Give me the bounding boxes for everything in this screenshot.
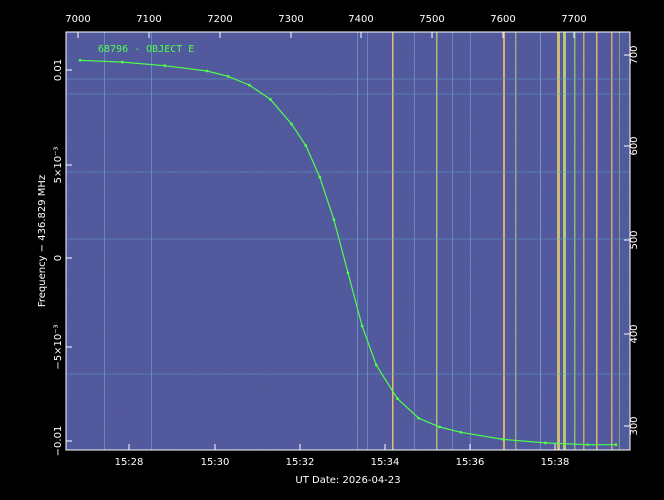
waterfall-band: [66, 93, 630, 95]
waterfall-band: [66, 78, 630, 80]
waterfall-band: [66, 238, 630, 240]
left-tick-label: −0.01: [53, 426, 64, 457]
series-point: [417, 416, 420, 420]
bottom-tick-label: 15:30: [201, 457, 230, 468]
right-tick-label: 500: [629, 230, 640, 249]
series-point: [501, 438, 505, 441]
top-tick-label: 7500: [419, 14, 444, 25]
series-label: 68796 - OBJECT E: [98, 44, 194, 55]
series-point: [374, 363, 378, 367]
series-point: [332, 218, 336, 222]
top-tick-label: 7300: [278, 14, 303, 25]
top-tick-label: 7200: [207, 14, 232, 25]
bottom-tick-label: 15:28: [115, 457, 144, 468]
right-tick-label: 300: [629, 416, 640, 435]
right-tick-label: 400: [629, 324, 640, 343]
top-tick-label: 7000: [65, 14, 90, 25]
series-point: [247, 83, 251, 87]
series-point: [544, 441, 547, 445]
series-point: [346, 271, 350, 275]
series-point: [304, 144, 308, 147]
waterfall-band: [66, 373, 630, 375]
right-axis: 300 400 500 600 700: [629, 45, 640, 435]
series-point: [163, 64, 167, 68]
series-point: [78, 58, 82, 62]
bottom-axis: 15:28 15:30 15:32 15:34 15:36 15:38 UT D…: [115, 457, 570, 486]
series-point: [226, 74, 230, 78]
left-tick-label: 0: [53, 255, 64, 261]
top-tick-label: 7400: [348, 14, 373, 25]
series-point: [269, 97, 272, 101]
bottom-tick-label: 15:34: [371, 457, 400, 468]
series-point: [614, 443, 618, 447]
right-tick-label: 700: [629, 45, 640, 64]
bottom-tick-label: 15:32: [286, 457, 315, 468]
series-point: [290, 122, 293, 126]
top-tick-label: 7600: [490, 14, 515, 25]
series-point: [586, 443, 590, 447]
y-axis-title: Frequency − 436.829 MHz: [37, 175, 48, 307]
series-point: [121, 60, 124, 64]
left-tick-label: −5×10⁻³: [53, 324, 64, 369]
series-point: [459, 430, 463, 434]
x-axis-title: UT Date: 2026-04-23: [295, 475, 400, 486]
top-tick-label: 7100: [136, 14, 161, 25]
series-point: [205, 69, 209, 73]
left-tick-label: 5×10⁻³: [53, 147, 64, 184]
waterfall-chart: 68796 - OBJECT E 7000 7100 7200 7300 740…: [37, 14, 640, 486]
waterfall-band: [66, 171, 630, 173]
series-point: [360, 324, 364, 328]
top-tick-label: 7700: [561, 14, 586, 25]
series-point: [438, 425, 441, 429]
bottom-tick-label: 15:38: [541, 457, 570, 468]
left-axis: −0.01 −5×10⁻³ 0 5×10⁻³ 0.01 Frequency − …: [37, 59, 64, 456]
top-axis: 7000 7100 7200 7300 7400 7500 7600 7700: [65, 14, 586, 25]
series-point: [396, 397, 399, 400]
bottom-tick-label: 15:36: [456, 457, 485, 468]
series-point: [318, 175, 322, 179]
left-tick-label: 0.01: [53, 59, 64, 81]
right-tick-label: 600: [629, 136, 640, 155]
